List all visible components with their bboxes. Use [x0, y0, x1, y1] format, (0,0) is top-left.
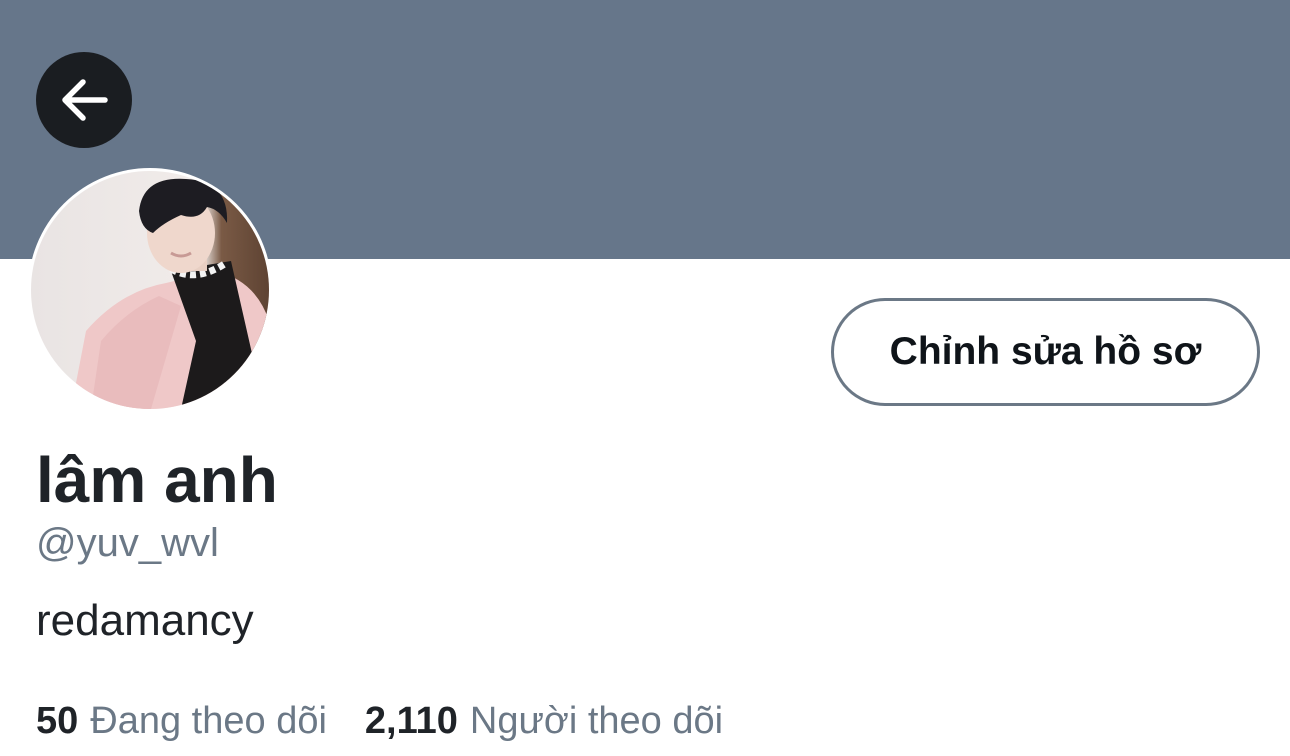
- followers-link[interactable]: 2,110 Người theo dõi: [365, 694, 723, 748]
- avatar[interactable]: [28, 168, 272, 412]
- edit-profile-button-label: Chỉnh sửa hồ sơ: [889, 330, 1202, 373]
- arrow-left-icon: [59, 78, 109, 122]
- profile-page: Chỉnh sửa hồ sơ lâm anh @yuv_wvl redaman…: [0, 0, 1290, 756]
- following-label: Đang theo dõi: [90, 700, 327, 742]
- followers-count: 2,110: [364, 700, 458, 742]
- bio-text: redamancy: [36, 596, 254, 645]
- following-link[interactable]: 50 Đang theo dõi: [36, 694, 327, 748]
- follow-stats: 50 Đang theo dõi 2,110 Người theo dõi: [36, 694, 723, 748]
- back-button[interactable]: [36, 52, 132, 148]
- following-count: 50: [36, 700, 79, 742]
- edit-profile-button[interactable]: Chỉnh sửa hồ sơ: [831, 298, 1260, 406]
- display-name: lâm anh: [36, 444, 278, 516]
- followers-label: Người theo dõi: [469, 700, 724, 742]
- username-handle: @yuv_wvl: [36, 521, 219, 565]
